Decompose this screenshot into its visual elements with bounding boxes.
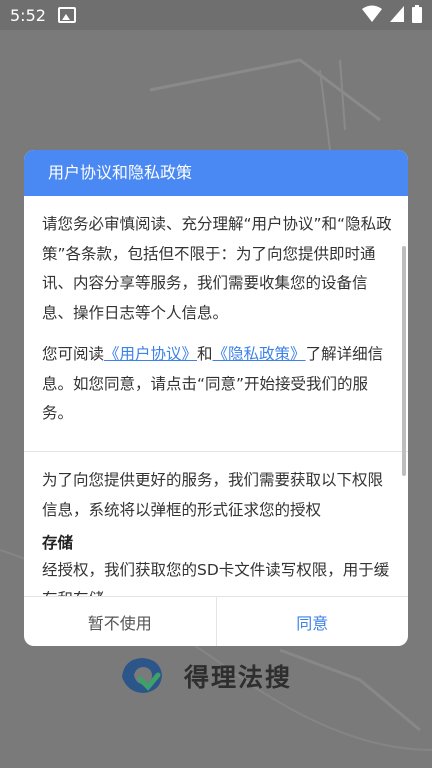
- status-time: 5:52: [10, 5, 46, 25]
- image-notification-icon: [57, 7, 76, 23]
- dialog-scroll-content[interactable]: 请您务必审慎阅读、充分理解“用户协议”和“隐私政策”各条款，包括但不限于：为了向…: [24, 196, 408, 596]
- battery-icon: [412, 5, 422, 23]
- scrollbar[interactable]: [402, 246, 406, 476]
- wifi-icon: [362, 5, 382, 22]
- section-divider: [24, 451, 408, 452]
- dialog-footer: 暂不使用 同意: [24, 596, 408, 646]
- permission-description-storage: 经授权，我们获取您的SD卡文件读写权限，用于缓存和存储: [42, 561, 390, 596]
- agree-button[interactable]: 同意: [217, 597, 409, 646]
- signal-icon: [390, 6, 404, 22]
- read-prefix: 您可阅读: [42, 345, 105, 363]
- status-icons: [362, 5, 422, 23]
- read-middle: 和: [197, 345, 213, 363]
- user-agreement-link[interactable]: 《用户协议》: [104, 345, 197, 363]
- dialog-title: 用户协议和隐私政策: [24, 150, 408, 196]
- read-paragraph: 您可阅读《用户协议》和《隐私政策》了解详细信息。如您同意，请点击“同意”开始接受…: [42, 340, 394, 429]
- agreement-paragraph: 请您务必审慎阅读、充分理解“用户协议”和“隐私政策”各条款，包括但不限于：为了向…: [42, 215, 392, 322]
- logo-icon: [122, 658, 162, 693]
- status-bar: 5:52: [0, 0, 432, 30]
- privacy-policy-link[interactable]: 《隐私政策》: [213, 345, 306, 363]
- permission-title-storage: 存储: [42, 534, 74, 552]
- privacy-dialog: 用户协议和隐私政策 请您务必审慎阅读、充分理解“用户协议”和“隐私政策”各条款，…: [24, 150, 408, 646]
- cancel-button[interactable]: 暂不使用: [24, 597, 217, 646]
- app-logo: 得理法搜: [118, 655, 292, 697]
- app-name: 得理法搜: [184, 663, 293, 692]
- permissions-intro: 为了向您提供更好的服务，我们需要获取以下权限信息，系统将以弹框的形式征求您的授权: [42, 471, 384, 519]
